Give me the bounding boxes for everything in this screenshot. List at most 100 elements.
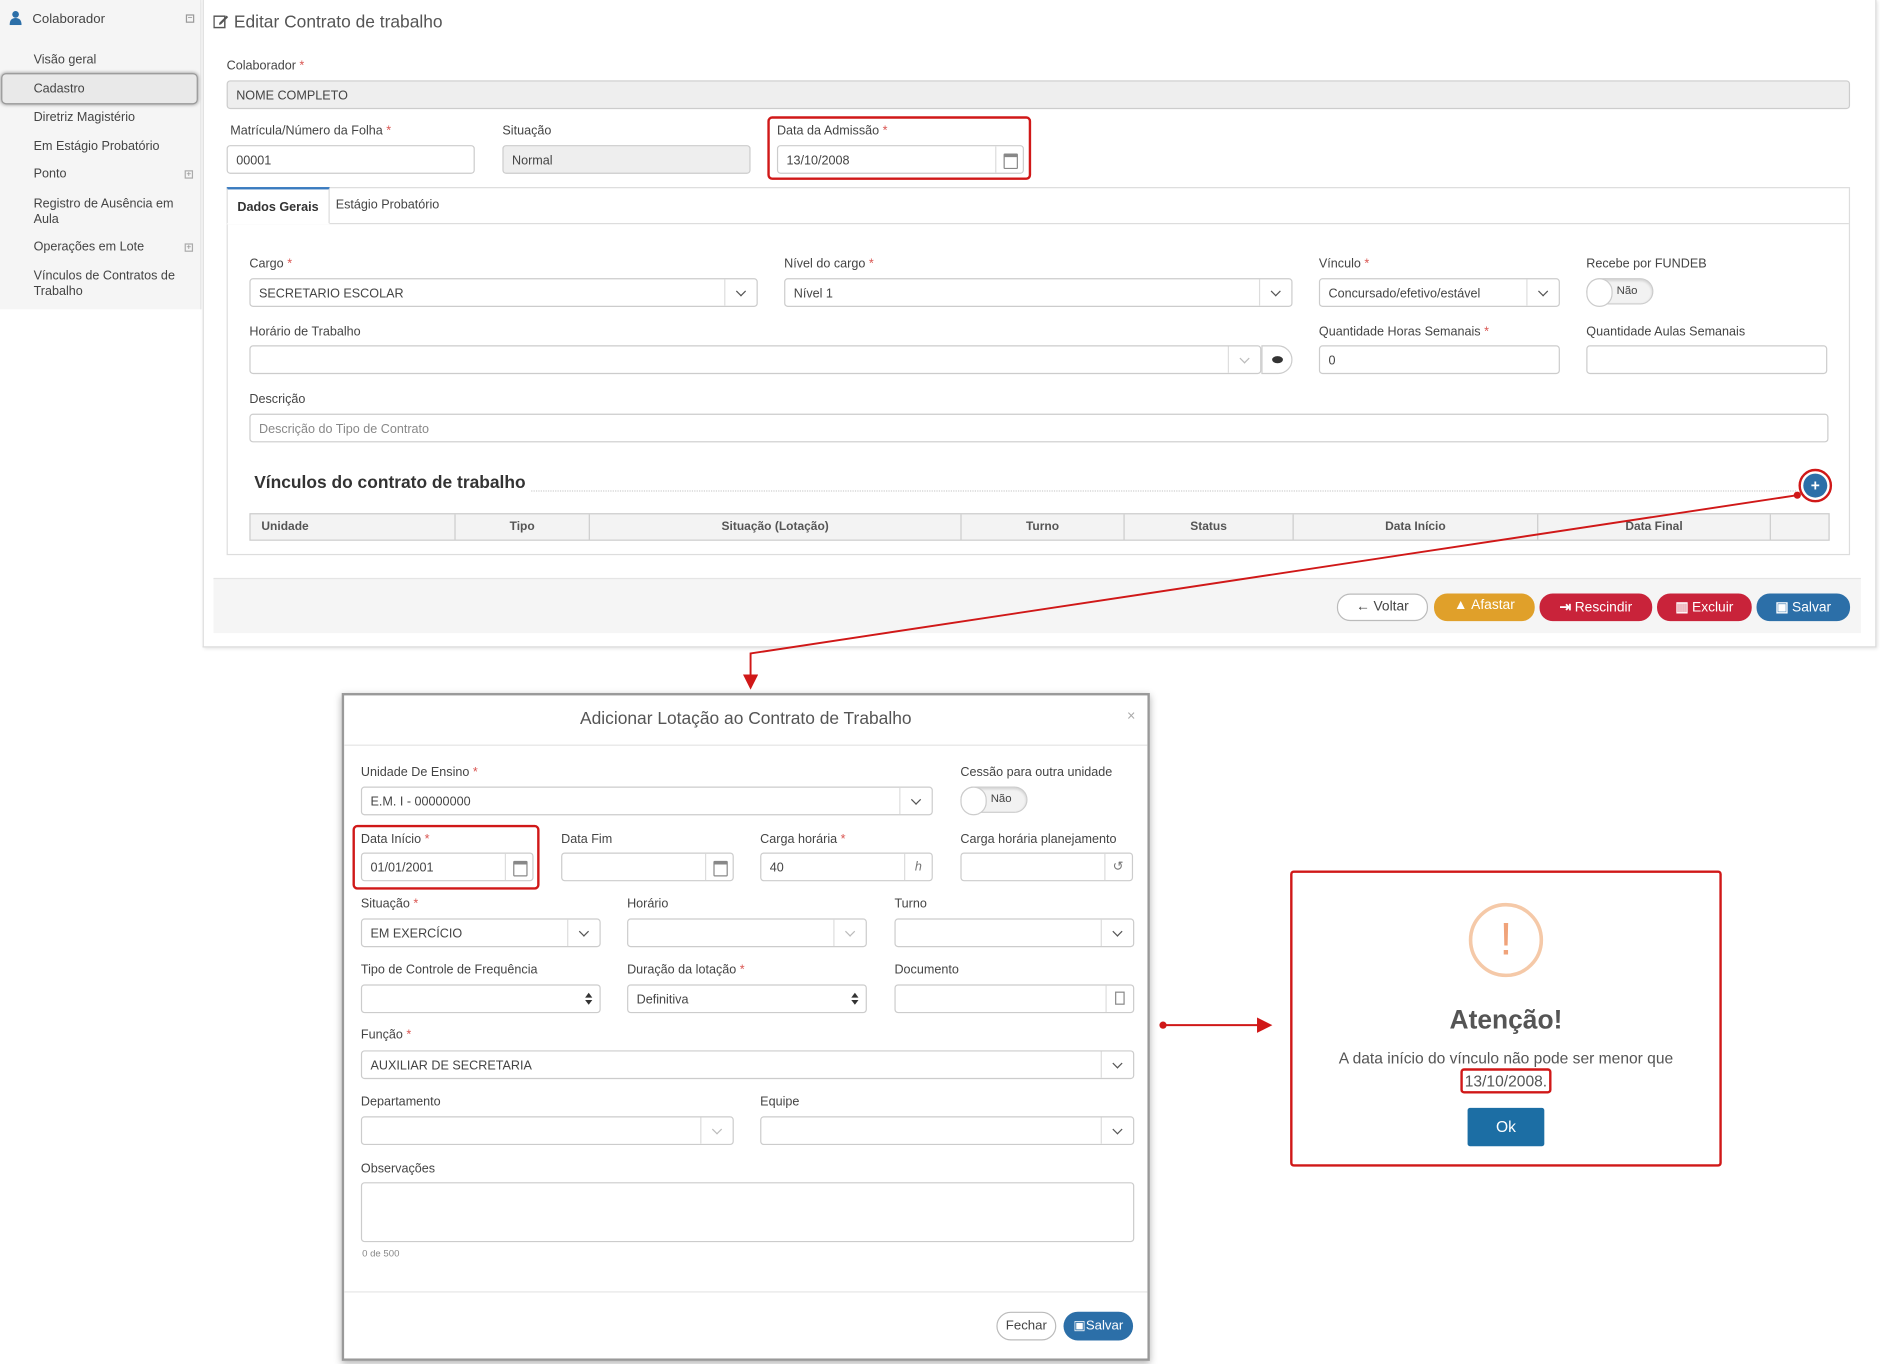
cargo-select[interactable]: SECRETARIO ESCOLAR [249, 278, 758, 307]
descricao-input[interactable]: Descrição do Tipo de Contrato [249, 413, 1829, 443]
chevron-down-icon[interactable] [899, 787, 931, 815]
admissao-date-input[interactable]: 13/10/2008 [776, 145, 1024, 174]
chevron-down-icon[interactable] [1100, 1051, 1133, 1078]
duracao-select[interactable]: Definitiva [627, 984, 867, 1014]
calendar-icon[interactable] [995, 146, 1023, 173]
chevron-down-icon[interactable] [724, 279, 756, 306]
salvar-button[interactable]: ▣ Salvar [1756, 593, 1851, 622]
admissao-label: Data da Admissão * [776, 123, 888, 138]
vinculo-select[interactable]: Concursado/efetivo/estável [1318, 278, 1560, 307]
chevron-down-icon[interactable] [1227, 346, 1260, 373]
calendar-icon[interactable] [504, 853, 533, 881]
equipe-select[interactable] [760, 1116, 1135, 1146]
sidebar-item-operacoes-lote[interactable]: Operações em Lote [34, 240, 190, 256]
chevron-down-icon[interactable] [1100, 919, 1133, 947]
calendar-icon[interactable] [705, 853, 733, 881]
chevron-down-icon[interactable] [1100, 1117, 1133, 1144]
file-icon[interactable] [1105, 985, 1133, 1012]
eye-icon[interactable] [1261, 345, 1293, 375]
alert-dialog: ! Atenção! A data início do vínculo não … [1290, 870, 1722, 1167]
chevron-down-icon[interactable] [833, 919, 865, 947]
modal-footer-divider [344, 1291, 1148, 1293]
modal-title: Adicionar Lotação ao Contrato de Trabalh… [580, 709, 912, 729]
equipe-label: Equipe [760, 1094, 800, 1110]
tab-dados-gerais[interactable]: Dados Gerais [226, 187, 330, 225]
expand-icon[interactable]: + [184, 243, 194, 252]
excluir-button[interactable]: ▥ Excluir [1657, 593, 1752, 622]
sidebar: Colaborador − Visão geral Cadastro Diret… [0, 0, 202, 310]
col-situacao[interactable]: Situação (Lotação) [590, 514, 962, 540]
chevron-down-icon[interactable] [567, 919, 599, 947]
rescindir-button[interactable]: ⇥ Rescindir [1539, 593, 1653, 622]
fechar-button[interactable]: Fechar [996, 1311, 1057, 1341]
afastar-button[interactable]: ▲ Afastar [1434, 593, 1535, 622]
sidebar-item-estagio[interactable]: Em Estágio Probatório [34, 139, 190, 155]
aulas-input[interactable] [1586, 345, 1828, 375]
chevron-down-icon[interactable] [700, 1117, 732, 1144]
funcao-select[interactable]: AUXILIAR DE SECRETARIA [360, 1050, 1135, 1080]
sidebar-item-visao-geral[interactable]: Visão geral [34, 53, 190, 69]
freq-label: Tipo de Controle de Frequência [360, 962, 538, 978]
page-title: Editar Contrato de trabalho [213, 13, 443, 32]
col-unidade[interactable]: Unidade [251, 514, 456, 540]
sidebar-item-registro-ausencia[interactable]: Registro de Ausência em Aula [34, 197, 190, 228]
col-data-inicio[interactable]: Data Início [1294, 514, 1539, 540]
alert-message: A data início do vínculo não pode ser me… [1293, 1048, 1720, 1094]
close-icon[interactable]: × [1127, 707, 1135, 724]
col-data-final[interactable]: Data Final [1538, 514, 1771, 540]
horario-select[interactable] [249, 345, 1262, 375]
collapse-icon[interactable]: − [185, 14, 195, 23]
chevron-down-icon[interactable] [1526, 279, 1558, 306]
tab-divider [227, 223, 1849, 225]
ok-button[interactable]: Ok [1467, 1107, 1545, 1147]
documento-input[interactable] [894, 984, 1135, 1014]
alert-title: Atenção! [1449, 1004, 1563, 1035]
sidebar-item-cadastro[interactable]: Cadastro [1, 73, 198, 105]
turno-select[interactable] [894, 918, 1135, 948]
sidebar-item-diretriz[interactable]: Diretriz Magistério [34, 110, 190, 126]
history-icon[interactable]: ↺ [1104, 853, 1132, 881]
matricula-input[interactable]: 00001 [226, 145, 475, 174]
alert-date: 13/10/2008. [1459, 1068, 1552, 1094]
horario-label: Horário [627, 896, 669, 912]
freq-select[interactable] [360, 984, 601, 1014]
floppy-icon: ▣ [1073, 1318, 1086, 1334]
vinculos-table-header: Unidade Tipo Situação (Lotação) Turno St… [249, 513, 1830, 541]
voltar-button[interactable]: ← Voltar [1336, 593, 1429, 622]
horas-input[interactable]: 0 [1318, 345, 1560, 375]
col-tipo[interactable]: Tipo [456, 514, 590, 540]
tab-estagio-probatorio[interactable]: Estágio Probatório [326, 187, 449, 224]
col-status[interactable]: Status [1125, 514, 1294, 540]
sidebar-header[interactable]: Colaborador − [7, 10, 196, 32]
horario-select[interactable] [627, 918, 867, 948]
alert-message-text: A data início do vínculo não pode ser me… [1338, 1049, 1674, 1068]
carga-input[interactable]: 40 h [760, 852, 933, 882]
warning-icon: ▲ [1453, 598, 1468, 613]
vinculo-label: Vínculo * [1318, 256, 1370, 271]
cargo-label: Cargo * [249, 256, 293, 271]
col-turno[interactable]: Turno [962, 514, 1125, 540]
situacao-select[interactable]: EM EXERCÍCIO [360, 918, 601, 948]
fundeb-toggle[interactable]: Não [1586, 278, 1654, 307]
sidebar-item-ponto[interactable]: Ponto [34, 167, 190, 183]
observacoes-textarea[interactable] [360, 1182, 1135, 1243]
departamento-select[interactable] [360, 1116, 734, 1146]
char-counter: 0 de 500 [362, 1248, 400, 1259]
nivel-select[interactable]: Nível 1 [784, 278, 1293, 307]
modal-salvar-button[interactable]: ▣Salvar [1063, 1311, 1134, 1341]
cessao-toggle[interactable]: Não [960, 786, 1028, 816]
carga-plan-input[interactable]: ↺ [960, 852, 1134, 882]
warning-icon: ! [1468, 902, 1544, 978]
horas-label: Quantidade Horas Semanais * [1318, 324, 1489, 340]
situacao-label: Situação * [360, 896, 419, 912]
sidebar-item-vinculos[interactable]: Vínculos de Contratos de Trabalho [34, 269, 190, 300]
chevron-down-icon[interactable] [1258, 279, 1291, 306]
descricao-label: Descrição [249, 392, 306, 407]
data-inicio-input[interactable]: 01/01/2001 [360, 852, 534, 882]
departamento-label: Departamento [360, 1094, 441, 1110]
unidade-select[interactable]: E.M. I - 00000000 [360, 786, 933, 816]
expand-icon[interactable]: + [184, 170, 194, 179]
turno-label: Turno [894, 896, 927, 912]
add-vinculo-button[interactable]: + [1803, 473, 1828, 498]
data-fim-input[interactable] [561, 852, 734, 882]
